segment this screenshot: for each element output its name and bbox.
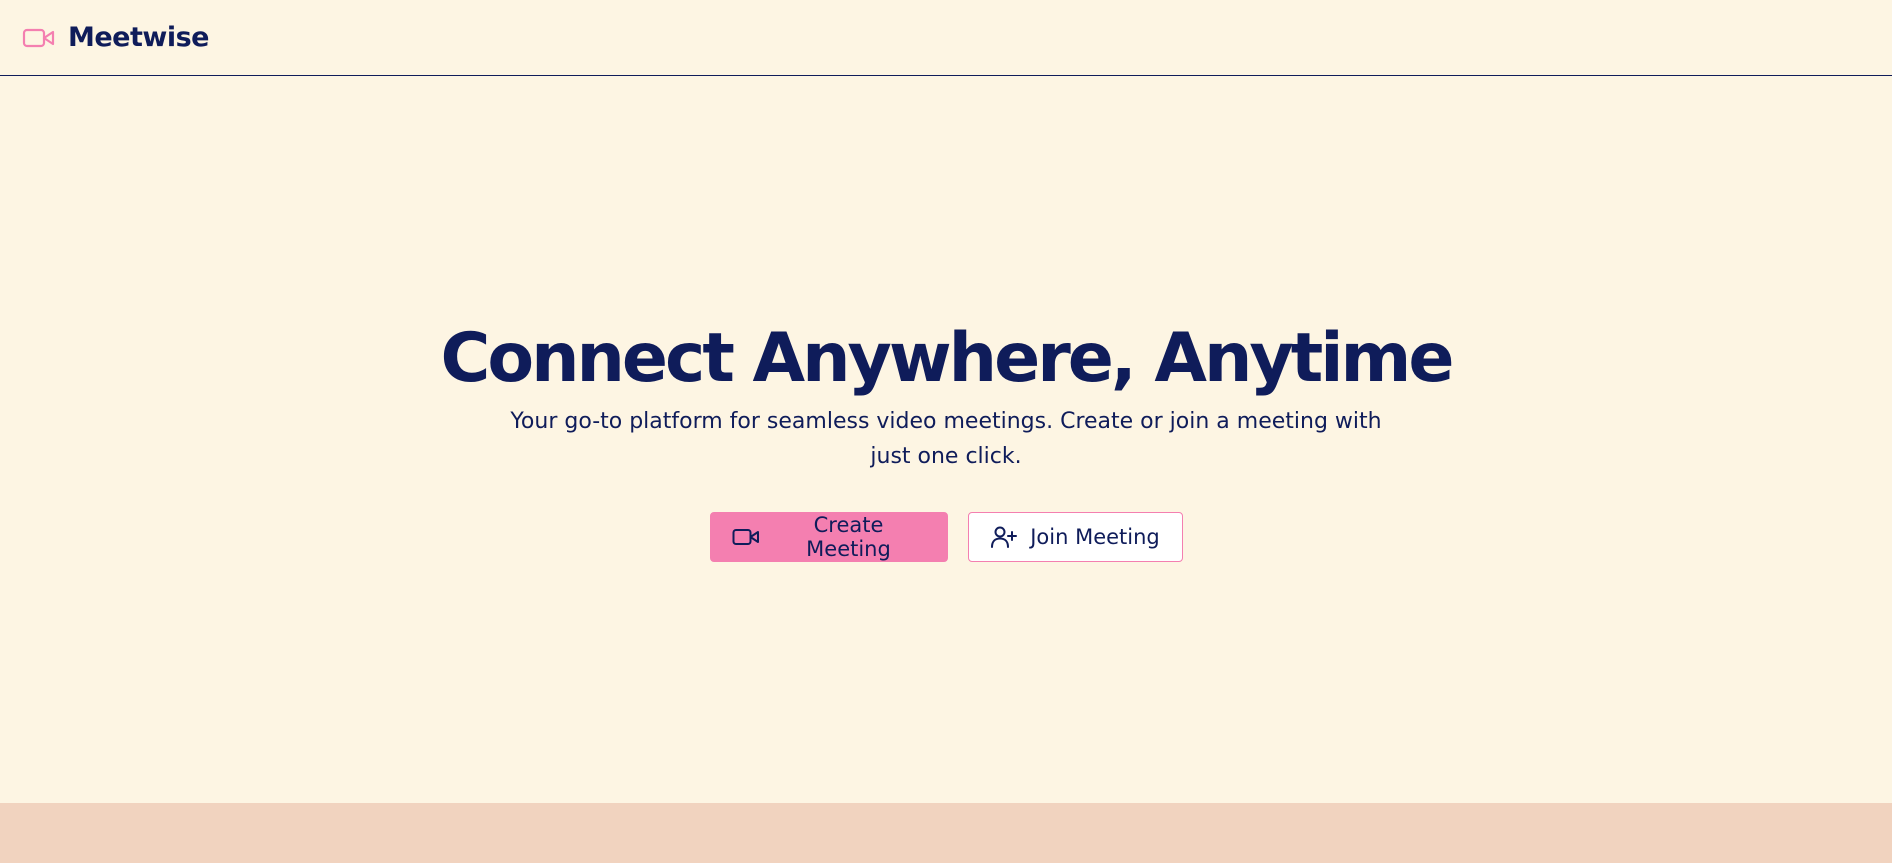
user-plus-icon (990, 525, 1018, 549)
hero-subtitle: Your go-to platform for seamless video m… (510, 408, 1382, 469)
video-camera-icon (22, 26, 56, 50)
hero-actions: Create Meeting Join Meeting (709, 511, 1183, 562)
create-meeting-label: Create Meeting (806, 512, 891, 561)
join-meeting-button[interactable]: Join Meeting (967, 511, 1183, 562)
footer-band (0, 803, 1892, 863)
page: Meetwise Connect Anywhere, Anytime Your … (0, 0, 1892, 863)
video-camera-icon (732, 525, 760, 549)
brand-name[interactable]: Meetwise (68, 22, 209, 53)
top-bar: Meetwise (0, 0, 1892, 76)
hero-section: Connect Anywhere, Anytime Your go-to pla… (0, 76, 1892, 803)
create-meeting-button[interactable]: Create Meeting (709, 511, 948, 562)
join-meeting-label: Join Meeting (1030, 524, 1160, 549)
hero-title: Connect Anywhere, Anytime (440, 318, 1454, 398)
